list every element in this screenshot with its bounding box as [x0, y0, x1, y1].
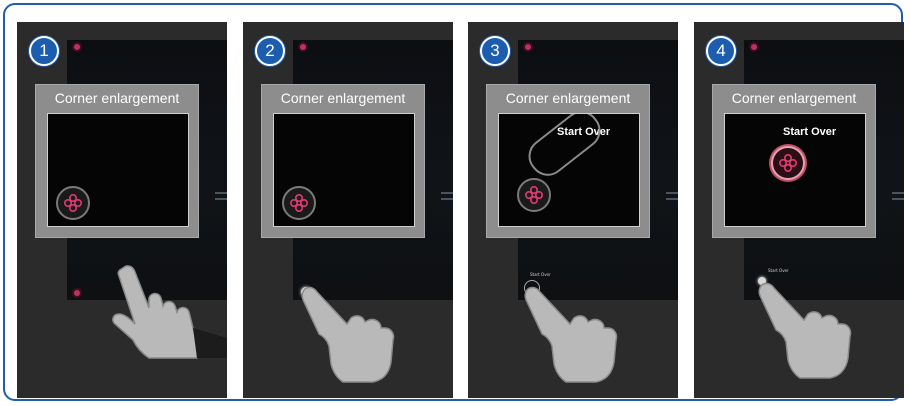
- enlargement-title: Corner enlargement: [505, 90, 631, 106]
- corner-enlargement-window: Corner enlargement: [261, 84, 425, 238]
- mini-start-over-label: Start Over: [530, 272, 551, 277]
- calibration-target[interactable]: [517, 178, 551, 212]
- step-panel-4: 4 Corner enlargement Start Over Start Ov…: [694, 22, 904, 398]
- mini-start-over-label: Start Over: [768, 268, 789, 273]
- enlargement-view: [47, 113, 189, 227]
- step-number-badge: 4: [706, 36, 736, 66]
- corner-marker-icon: [300, 44, 306, 50]
- calibration-target[interactable]: [56, 186, 90, 220]
- step-number-badge: 2: [255, 36, 285, 66]
- calibration-target-active[interactable]: [771, 146, 805, 180]
- enlargement-title: Corner enlargement: [731, 90, 857, 106]
- reticle-icon: [524, 185, 544, 205]
- hand-pointer-icon: [758, 282, 852, 379]
- hand-pointer-icon: [524, 286, 618, 383]
- reticle-icon: [778, 153, 798, 173]
- corner-marker-icon: [74, 290, 80, 296]
- slide-track: [521, 114, 608, 183]
- hand-pointer-icon: [301, 286, 395, 383]
- corner-marker-icon: [751, 44, 757, 50]
- enlargement-view: [273, 113, 415, 227]
- reticle-icon: [289, 193, 309, 213]
- enlargement-title: Corner enlargement: [54, 90, 180, 106]
- enlargement-title: Corner enlargement: [280, 90, 406, 106]
- start-over-label: Start Over: [783, 126, 837, 138]
- hand-pointer-icon: [112, 265, 227, 359]
- corner-enlargement-window: Corner enlargement Start Over: [712, 84, 876, 238]
- step-number-badge: 1: [29, 36, 59, 66]
- step-number-badge: 3: [480, 36, 510, 66]
- corner-enlargement-window: Corner enlargement Start Over: [486, 84, 650, 238]
- step-panel-1: 1 Corner enlargement: [17, 22, 227, 398]
- calibration-target[interactable]: [282, 186, 316, 220]
- enlargement-view: Start Over: [724, 113, 866, 227]
- corner-enlargement-window: Corner enlargement: [35, 84, 199, 238]
- corner-marker-icon: [74, 44, 80, 50]
- corner-marker-icon: [525, 44, 531, 50]
- reticle-icon: [63, 193, 83, 213]
- step-panel-2: 2 Corner enlargement: [243, 22, 453, 398]
- enlargement-view: Start Over: [498, 113, 640, 227]
- tutorial-frame: 1 Corner enlargement 2 Corner enlargemen…: [3, 3, 904, 401]
- step-panel-3: 3 Corner enlargement Start Over Start Ov…: [468, 22, 678, 398]
